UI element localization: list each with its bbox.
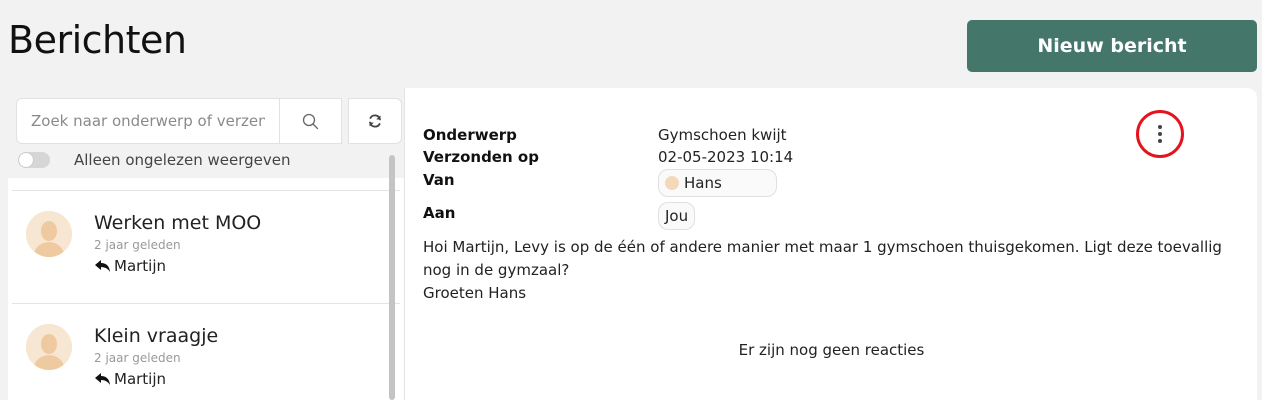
message-body: Hoi Martijn, Levy is op de één of andere…	[423, 236, 1233, 305]
sent-value: 02-05-2023 10:14	[658, 148, 794, 166]
message-detail-panel: Onderwerp Gymschoen kwijt Verzonden op 0…	[404, 88, 1257, 400]
toggle-knob	[19, 153, 33, 167]
search-button[interactable]	[279, 99, 341, 143]
more-vertical-icon	[1158, 125, 1162, 143]
reply-icon	[94, 259, 112, 273]
from-name: Hans	[684, 174, 722, 192]
message-list: Werken met MOO 2 jaar geleden Martijn Kl…	[8, 190, 404, 400]
subject-value: Gymschoen kwijt	[658, 126, 787, 144]
unread-only-filter: Alleen ongelezen weergeven	[18, 151, 291, 169]
more-options-button[interactable]	[1136, 110, 1184, 158]
unread-only-label: Alleen ongelezen weergeven	[74, 151, 291, 169]
search-box	[16, 98, 342, 144]
message-body-line: Hoi Martijn, Levy is op de één of andere…	[423, 238, 1222, 256]
to-name: Jou	[665, 207, 689, 225]
user-avatar-icon	[26, 211, 72, 257]
message-author: Martijn	[94, 257, 166, 275]
search-input[interactable]	[17, 99, 280, 143]
message-time: 2 jaar geleden	[94, 351, 181, 365]
user-avatar-icon	[665, 176, 679, 190]
from-chip[interactable]: Hans	[658, 169, 777, 197]
to-chip[interactable]: Jou	[658, 202, 696, 230]
message-author-name: Martijn	[114, 257, 167, 275]
from-label: Van	[423, 171, 455, 189]
list-item[interactable]: Klein vraagje 2 jaar geleden Martijn	[12, 304, 400, 400]
message-body-line: Groeten Hans	[423, 284, 527, 302]
message-author-name: Martijn	[114, 370, 167, 388]
page-title: Berichten	[8, 18, 187, 62]
reply-icon	[94, 372, 112, 386]
new-message-button[interactable]: Nieuw bericht	[967, 20, 1257, 72]
message-body-line: nog in de gymzaal?	[423, 261, 570, 279]
sent-label: Verzonden op	[423, 148, 539, 166]
refresh-button[interactable]	[348, 98, 402, 144]
message-time: 2 jaar geleden	[94, 238, 181, 252]
message-title: Werken met MOO	[94, 212, 262, 234]
subject-label: Onderwerp	[423, 126, 517, 144]
to-label: Aan	[423, 204, 456, 222]
list-item[interactable]: Werken met MOO 2 jaar geleden Martijn	[12, 190, 400, 304]
user-avatar-icon	[26, 324, 72, 370]
list-toolbar: Alleen ongelezen weergeven	[8, 88, 404, 178]
message-list-scrollbar[interactable]	[389, 155, 395, 400]
message-list-panel: Alleen ongelezen weergeven Werken met MO…	[8, 88, 404, 400]
message-author: Martijn	[94, 370, 166, 388]
no-reactions-text: Er zijn nog geen reacties	[738, 341, 925, 359]
search-icon	[302, 113, 319, 129]
refresh-icon	[369, 114, 381, 128]
unread-only-toggle[interactable]	[18, 152, 50, 168]
message-title: Klein vraagje	[94, 325, 219, 347]
